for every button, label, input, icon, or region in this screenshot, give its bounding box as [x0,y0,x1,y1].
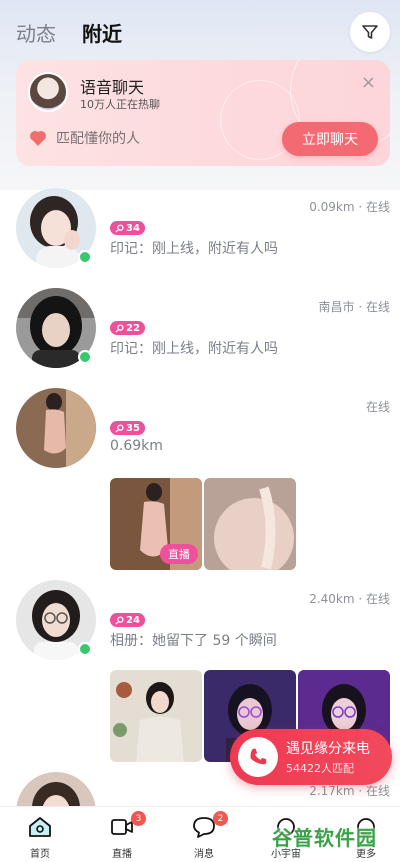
distance-status: 南昌市 · 在线 [318,300,390,314]
watermark: 谷普软件园 [272,826,377,850]
age-value: 24 [126,614,140,626]
female-icon [115,615,124,625]
album-text: 相册：她留下了 59 个瞬间 [110,633,277,649]
call-subtitle: 54422人匹配 [286,762,354,775]
distance-status: 2.40km · 在线 [309,592,390,606]
status-text: 在线 [365,400,390,414]
age-value: 34 [126,222,140,234]
banner-avatar [28,72,68,112]
filter-button[interactable] [350,12,390,52]
banner-subtitle: 10万人正在热聊 [80,98,160,111]
photo-image [110,670,202,762]
online-indicator [78,350,92,364]
banner-match-row: 匹配懂你的人 [28,128,140,148]
nav-home[interactable]: 首页 [10,815,70,860]
age-badge: 34 [110,221,145,235]
close-icon[interactable]: × [361,72,376,93]
voice-chat-banner[interactable]: 语音聊天 10万人正在热聊 × 匹配懂你的人 立即聊天 [16,60,390,166]
age-badge: 35 [110,421,145,435]
flower-heart-icon [30,131,46,146]
age-badge: 24 [110,613,145,627]
user-avatar[interactable] [16,388,96,468]
phone-icon [238,737,278,777]
user-bio: 印记：刚上线，附近有人吗 [110,341,278,357]
photo-image [204,478,296,570]
nav-messages-label: 消息 [194,849,214,860]
photo-thumbnail[interactable] [204,478,296,570]
home-icon [29,817,51,837]
tab-nearby[interactable]: 附近 [82,18,122,47]
nav-messages[interactable]: 2 消息 [174,811,234,860]
age-badge: 22 [110,321,145,335]
call-title: 遇见缘分来电 [286,741,370,757]
banner-title: 语音聊天 [80,78,145,97]
female-icon [115,423,124,433]
user-bio: 印记：刚上线，附近有人吗 [110,241,278,257]
online-indicator [78,642,92,656]
filter-icon [362,25,378,39]
tab-dynamic[interactable]: 动态 [16,18,56,47]
female-icon [115,223,124,233]
distance-text: 0.69km [110,438,163,454]
nav-live[interactable]: 3 直播 [92,811,152,860]
avatar-photo [16,388,96,468]
chat-now-button[interactable]: 立即聊天 [282,122,378,156]
notification-badge: 3 [131,811,146,826]
female-icon [115,323,124,333]
header: 动态 附近 [0,0,400,60]
banner-match-text: 匹配懂你的人 [56,131,140,147]
age-value: 35 [126,422,140,434]
notification-badge: 2 [213,811,228,826]
online-indicator [78,250,92,264]
photo-thumbnail[interactable]: 直播 [110,478,202,570]
photo-thumbnail[interactable] [110,670,202,762]
live-tag: 直播 [160,544,198,564]
nav-home-label: 首页 [30,849,50,860]
fate-call-button[interactable]: 遇见缘分来电 54422人匹配 [230,729,392,785]
distance-status: 0.09km · 在线 [309,200,390,214]
nav-live-label: 直播 [112,849,132,860]
age-value: 22 [126,322,140,334]
